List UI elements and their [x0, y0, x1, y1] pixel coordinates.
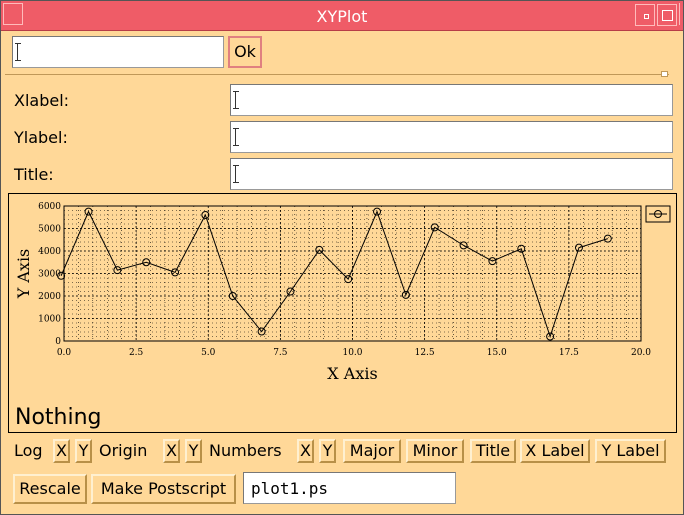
origin-y-button[interactable]: Y	[185, 439, 202, 463]
origin-label: Origin	[99, 441, 148, 460]
plot-panel[interactable]: 0.0 2.5 5.0 7.5 10.0 12.5 15.0 17.5 20.0 0 1000 200…	[8, 193, 677, 433]
x-tick-label: 0.0	[57, 348, 72, 358]
x-tick-label: 7.5	[273, 348, 288, 358]
log-x-button[interactable]: X	[53, 439, 70, 463]
minimize-icon	[644, 14, 649, 19]
x-tick-label: 20.0	[631, 348, 651, 358]
origin-x-button[interactable]: X	[163, 439, 180, 463]
y-tick-label: 1000	[38, 315, 61, 325]
title-label: Title:	[14, 165, 54, 184]
make-postscript-button[interactable]: Make Postscript	[91, 474, 236, 504]
x-tick-label: 10.0	[342, 348, 362, 358]
y-tick-label: 2000	[38, 292, 61, 302]
numbers-label: Numbers	[209, 441, 282, 460]
xyplot-window: XYPlot Ok Xlabel: Ylabel: Title: 0.0 2.5 5…	[0, 0, 684, 515]
minimize-button[interactable]	[635, 4, 655, 26]
command-input[interactable]	[12, 36, 224, 68]
title-toggle-button[interactable]: Title	[470, 439, 516, 463]
minor-button[interactable]: Minor	[406, 439, 464, 463]
x-axis-label: X Axis	[327, 364, 377, 383]
x-tick-label: 5.0	[201, 348, 216, 358]
maximize-icon	[662, 10, 673, 21]
x-tick-label: 15.0	[487, 348, 507, 358]
x-tick-label: 17.5	[559, 348, 579, 358]
postscript-filename-value: plot1.ps	[251, 479, 329, 498]
xlabel-label: Xlabel:	[14, 91, 70, 110]
xy-chart: 0.0 2.5 5.0 7.5 10.0 12.5 15.0 17.5 20.0 0 1000 200…	[14, 202, 671, 383]
window-border-right	[679, 3, 683, 25]
maximize-button[interactable]	[657, 4, 677, 26]
y-tick-label: 4000	[38, 247, 61, 257]
text-cursor-icon	[233, 91, 240, 109]
numbers-x-button[interactable]: X	[297, 439, 314, 463]
title-bar[interactable]: XYPlot	[1, 1, 683, 31]
y-axis-label: Y Axis	[14, 249, 33, 300]
x-label-button[interactable]: X Label	[520, 439, 590, 463]
ok-button[interactable]: Ok	[228, 36, 262, 68]
text-cursor-icon	[233, 165, 240, 183]
ylabel-field[interactable]	[230, 121, 673, 153]
y-tick-label: 6000	[38, 202, 61, 212]
rescale-button[interactable]: Rescale	[13, 474, 87, 504]
split-divider[interactable]	[5, 74, 669, 75]
x-tick-label: 12.5	[415, 348, 435, 358]
window-title: XYPlot	[316, 7, 368, 26]
y-tick-label: 5000	[38, 225, 61, 235]
y-label-button[interactable]: Y Label	[595, 439, 666, 463]
x-tick-label: 2.5	[129, 348, 144, 358]
log-y-button[interactable]: Y	[75, 439, 92, 463]
text-cursor-icon	[15, 43, 22, 61]
numbers-y-button[interactable]: Y	[319, 439, 336, 463]
xlabel-field[interactable]	[230, 84, 673, 116]
title-field[interactable]	[230, 158, 673, 190]
ylabel-label: Ylabel:	[14, 128, 68, 147]
postscript-filename-field[interactable]: plot1.ps	[243, 472, 456, 504]
split-handle[interactable]	[661, 71, 668, 77]
status-text: Nothing	[15, 405, 102, 430]
log-label: Log	[14, 441, 43, 460]
major-button[interactable]: Major	[343, 439, 401, 463]
text-cursor-icon	[233, 128, 240, 146]
y-tick-label: 0	[55, 337, 61, 347]
